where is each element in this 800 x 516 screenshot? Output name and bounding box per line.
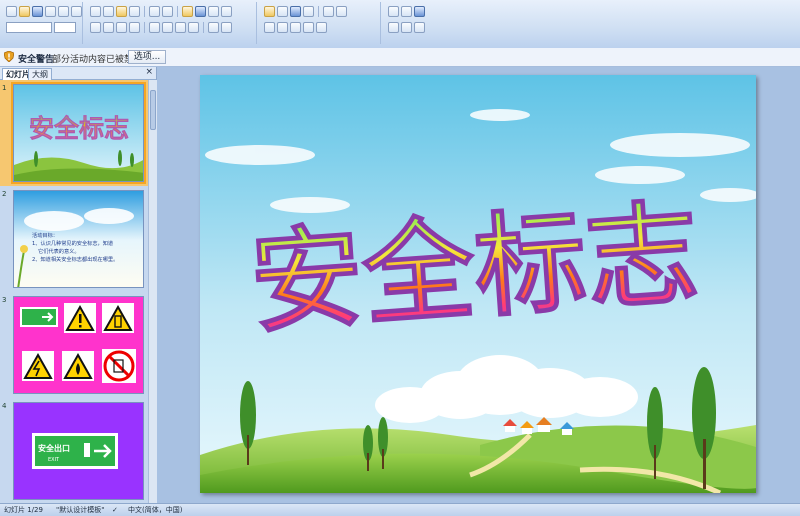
indent-icon[interactable]: [303, 21, 314, 33]
align-right-icon[interactable]: [175, 21, 186, 33]
insert-table-icon[interactable]: [277, 5, 288, 17]
thumbnail-slide-1[interactable]: 安全标志: [11, 82, 146, 184]
security-message-bar: 安全警告 部分活动内容已被禁用。 选项...: [0, 48, 800, 67]
format-group: [86, 2, 257, 44]
increase-font-icon[interactable]: [277, 21, 288, 33]
slides-pane: 幻灯片 大纲 × 1 安全标志 2 活动目标： 1、认识几种常见的安全标志，知道…: [0, 67, 157, 503]
thumbnail-slide-3[interactable]: [13, 296, 144, 394]
align-left-icon[interactable]: [149, 21, 160, 33]
thumbnail-slide-2[interactable]: 活动目标： 1、认识几种常见的安全标志，知道 它们代表的意义。 2、知道相关安全…: [13, 190, 144, 288]
textbox-icon[interactable]: [221, 5, 232, 17]
hyperlink-icon[interactable]: [290, 5, 301, 17]
print-icon[interactable]: [45, 5, 56, 17]
line-icon[interactable]: [388, 21, 399, 33]
tab-outline[interactable]: 大纲: [28, 68, 52, 80]
thumbnail-4-sign-text: 安全出口: [38, 443, 70, 453]
scrollbar-thumb[interactable]: [150, 90, 156, 130]
thumbnail-2-line-1: 活动目标：: [32, 231, 58, 239]
thumbnail-list: 1 安全标志 2 活动目标： 1、认识几种常见的安全标志，知道 它们代表的意义。…: [0, 80, 148, 503]
font-color-icon[interactable]: [264, 21, 275, 33]
status-theme: "默认设计模板": [56, 506, 105, 514]
status-slide-info: 幻灯片 1/29: [4, 506, 43, 514]
format-painter-icon[interactable]: [129, 5, 140, 17]
design-icon[interactable]: [323, 5, 334, 17]
fill-icon[interactable]: [414, 21, 425, 33]
tools-group: [384, 2, 464, 44]
close-icon[interactable]: ×: [145, 67, 153, 77]
thumbnail-2-line-4: 2、知道相关安全标志都出现在哪里。: [32, 255, 118, 263]
insert-group: [260, 2, 381, 44]
thumbnail-3-image: [14, 297, 143, 393]
underline-icon[interactable]: [116, 21, 127, 33]
thumbnail-1-image: 安全标志: [14, 85, 143, 181]
draw-icon[interactable]: [388, 5, 399, 17]
warning-sign-icon: [64, 303, 96, 333]
spelling-icon[interactable]: ✓: [112, 504, 118, 516]
paste-icon[interactable]: [116, 5, 127, 17]
new-icon[interactable]: [6, 5, 17, 17]
arrow-icon[interactable]: [401, 21, 412, 33]
picture-icon[interactable]: [208, 5, 219, 17]
pane-tabs: 幻灯片 大纲 ×: [0, 67, 156, 80]
chart-icon[interactable]: [182, 5, 193, 17]
save-icon[interactable]: [32, 5, 43, 17]
ribbon: [0, 0, 800, 49]
slide-title-layer: 安全标志: [246, 188, 703, 350]
help-icon[interactable]: [414, 5, 425, 17]
cut-icon[interactable]: [90, 5, 101, 17]
current-slide[interactable]: 安全标志: [200, 75, 756, 493]
italic-icon[interactable]: [103, 21, 114, 33]
zoom-icon[interactable]: [303, 5, 314, 17]
thumbnail-4-image: 安全出口 EXIT: [14, 403, 143, 499]
new-slide-icon[interactable]: [336, 5, 347, 17]
status-bar: 幻灯片 1/29 "默认设计模板" ✓ 中文(简体，中国): [0, 503, 800, 516]
justify-icon[interactable]: [188, 21, 199, 33]
open-icon[interactable]: [19, 5, 30, 17]
align-center-icon[interactable]: [162, 21, 173, 33]
font-size-combo[interactable]: [54, 21, 76, 33]
slide-number-2: 2: [2, 190, 7, 198]
thumbnail-1-title: 安全标志: [29, 114, 129, 143]
slide-title: 安全标志: [247, 189, 703, 350]
undo-icon[interactable]: [149, 5, 160, 17]
preview-icon[interactable]: [58, 5, 69, 17]
thumbnail-2-line-2: 1、认识几种常见的安全标志，知道: [32, 239, 113, 247]
thumbnail-4-sign-sub: EXIT: [48, 457, 60, 463]
numbering-icon[interactable]: [221, 21, 232, 33]
shapes-icon[interactable]: [401, 5, 412, 17]
thumbnail-2-line-3: 它们代表的意义。: [38, 247, 80, 255]
font-name-combo[interactable]: [6, 21, 52, 33]
security-title: 安全警告: [18, 55, 55, 65]
status-language: 中文(简体，中国): [128, 506, 183, 514]
bold-icon[interactable]: [90, 21, 101, 33]
slide-number-3: 3: [2, 296, 7, 304]
insert-chart-icon[interactable]: [264, 5, 275, 17]
bullets-icon[interactable]: [208, 21, 219, 33]
shield-icon: [4, 51, 14, 62]
thumbnail-scrollbar[interactable]: [148, 80, 157, 503]
options-button[interactable]: 选项...: [128, 50, 166, 64]
thumbnail-slide-4[interactable]: 安全出口 EXIT: [13, 402, 144, 500]
spell-icon[interactable]: [71, 5, 82, 17]
redo-icon[interactable]: [162, 5, 173, 17]
table-icon[interactable]: [195, 5, 206, 17]
shadow-icon[interactable]: [129, 21, 140, 33]
slide-number-1: 1: [2, 84, 7, 92]
clipboard-group: [2, 2, 83, 44]
slide-editing-area: 安全标志: [157, 67, 800, 503]
decrease-font-icon[interactable]: [290, 21, 301, 33]
slide-number-4: 4: [2, 402, 7, 410]
thumbnail-2-image: 活动目标： 1、认识几种常见的安全标志，知道 它们代表的意义。 2、知道相关安全…: [14, 191, 143, 287]
copy-icon[interactable]: [103, 5, 114, 17]
outdent-icon[interactable]: [316, 21, 327, 33]
